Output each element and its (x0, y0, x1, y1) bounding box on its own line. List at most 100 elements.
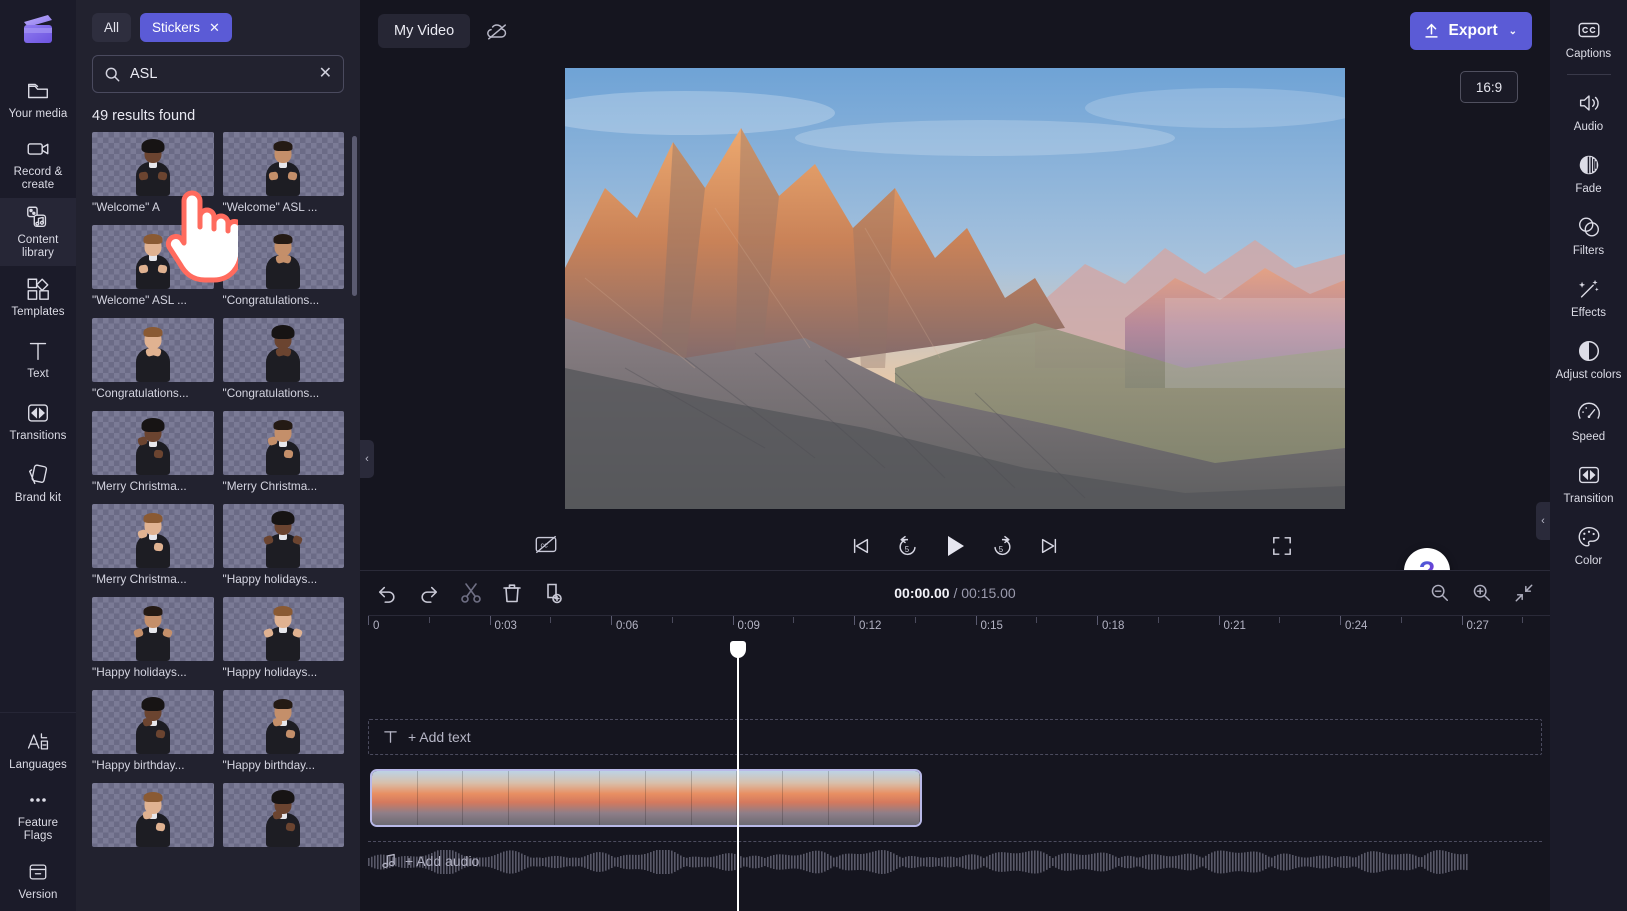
sticker-results-scroll[interactable]: "Welcome" A "Welcome" ASL ... "Welcome" … (76, 132, 360, 911)
search-input[interactable]: ASL (130, 66, 310, 82)
skip-to-start-button[interactable] (850, 536, 872, 556)
sticker-thumbnail[interactable] (222, 597, 344, 661)
video-preview[interactable] (565, 68, 1345, 509)
sticker-card[interactable] (222, 783, 344, 853)
properties-item-captions[interactable]: Captions (1550, 8, 1627, 70)
collapse-library-panel-button[interactable]: ‹ (360, 440, 374, 478)
sticker-card[interactable] (92, 783, 214, 853)
sticker-card[interactable]: "Congratulations... (92, 318, 214, 402)
sidebar-item-version[interactable]: Version (0, 849, 76, 911)
filter-chip-all[interactable]: All (92, 13, 132, 42)
properties-item-fade[interactable]: Fade (1550, 143, 1627, 205)
skip-to-end-button[interactable] (1038, 536, 1060, 556)
sticker-thumbnail[interactable] (222, 411, 344, 475)
properties-item-effects[interactable]: Effects (1550, 267, 1627, 329)
library-scrollbar-thumb[interactable] (352, 136, 357, 296)
sticker-thumbnail[interactable] (92, 132, 214, 196)
timeline-ruler[interactable]: 0 0:03 0:06 0:09 0:12 0:15 0:18 0:21 0:24 0:27 (368, 615, 1550, 641)
sticker-card[interactable]: "Welcome" A (92, 132, 214, 216)
close-icon[interactable]: ✕ (209, 21, 220, 34)
sticker-card[interactable]: "Merry Christma... (92, 504, 214, 588)
properties-item-audio[interactable]: Audio (1550, 81, 1627, 143)
sticker-thumbnail[interactable] (222, 504, 344, 568)
sticker-figure (260, 789, 306, 847)
sticker-thumbnail[interactable] (92, 597, 214, 661)
sticker-card[interactable]: "Happy holidays... (92, 597, 214, 681)
playhead-knob[interactable] (730, 641, 746, 658)
export-button[interactable]: Export ⌄ (1409, 12, 1532, 50)
properties-item-speed[interactable]: Speed (1550, 391, 1627, 453)
sticker-card[interactable]: "Welcome" ASL ... (92, 225, 214, 309)
play-button[interactable] (944, 534, 966, 558)
sidebar-item-text[interactable]: Text (0, 328, 76, 390)
sidebar-item-languages[interactable]: Languages (0, 719, 76, 781)
sidebar-item-templates[interactable]: Templates (0, 266, 76, 328)
redo-button[interactable] (418, 583, 440, 603)
split-button[interactable] (460, 582, 482, 604)
sticker-card[interactable]: "Welcome" ASL ... (222, 132, 344, 216)
sticker-thumbnail[interactable] (222, 318, 344, 382)
filter-chip-stickers[interactable]: Stickers ✕ (140, 13, 232, 42)
properties-item-label: Color (1574, 555, 1603, 567)
timeline-panel: 00:00.00 / 00:15.00 0 0:03 0:06 0:09 0:1… (360, 570, 1550, 911)
sticker-thumbnail[interactable] (92, 318, 214, 382)
sticker-card[interactable]: "Happy birthday... (92, 690, 214, 774)
sticker-card[interactable]: "Congratulations... (222, 318, 344, 402)
zoom-out-icon[interactable] (1430, 583, 1450, 603)
properties-item-color[interactable]: Color (1550, 515, 1627, 577)
sticker-card[interactable]: "Merry Christma... (222, 411, 344, 495)
sticker-thumbnail[interactable] (92, 225, 214, 289)
sticker-thumbnail[interactable] (92, 690, 214, 754)
sticker-thumbnail[interactable] (222, 783, 344, 847)
fullscreen-button[interactable] (1272, 536, 1292, 556)
cloud-off-icon[interactable] (480, 16, 514, 46)
sticker-figure (260, 231, 306, 289)
forward-5s-button[interactable]: 5 (990, 535, 1014, 558)
sticker-thumbnail[interactable] (222, 690, 344, 754)
sidebar-item-transitions[interactable]: Transitions (0, 390, 76, 452)
sticker-card[interactable]: "Merry Christma... (92, 411, 214, 495)
sidebar-item-content-library[interactable]: Content library (0, 198, 76, 266)
aspect-ratio-button[interactable]: 16:9 (1460, 71, 1518, 103)
captions-off-button[interactable]: cc (534, 534, 558, 555)
clip-thumbnail-frame (554, 771, 601, 825)
add-text-track[interactable]: + Add text (368, 719, 1542, 755)
properties-item-transition[interactable]: Transition (1550, 453, 1627, 515)
properties-item-label: Fade (1575, 183, 1602, 195)
clip-thumbnail-frame (600, 771, 647, 825)
sticker-card[interactable]: "Happy holidays... (222, 504, 344, 588)
sticker-thumbnail[interactable] (92, 504, 214, 568)
sidebar-item-label: Version (18, 888, 58, 901)
ruler-tick (1218, 616, 1220, 625)
sidebar-item-your-media[interactable]: Your media (0, 68, 76, 130)
timeline-playhead[interactable] (730, 641, 746, 911)
sticker-label: "Welcome" A (92, 200, 160, 214)
search-input-wrapper[interactable]: ASL ✕ (92, 55, 344, 93)
sticker-thumbnail[interactable] (92, 783, 214, 847)
clip-thumbnail-frame (463, 771, 510, 825)
sidebar-item-record-create[interactable]: Record & create (0, 130, 76, 198)
add-audio-track[interactable]: + Add audio (368, 841, 1542, 879)
sticker-card[interactable]: "Happy holidays... (222, 597, 344, 681)
zoom-in-icon[interactable] (1472, 583, 1492, 603)
properties-item-filters[interactable]: Filters (1550, 205, 1627, 267)
sidebar-item-feature-flags[interactable]: Feature Flags (0, 781, 76, 849)
sticker-card[interactable]: "Happy birthday... (222, 690, 344, 774)
properties-item-adjust-colors[interactable]: Adjust colors (1550, 329, 1627, 391)
undo-button[interactable] (376, 583, 398, 603)
sticker-thumbnail[interactable] (92, 411, 214, 475)
sticker-thumbnail[interactable] (222, 132, 344, 196)
chevron-down-icon[interactable]: ⌄ (1509, 26, 1517, 37)
fit-timeline-icon[interactable] (1514, 583, 1534, 603)
sticker-card[interactable]: "Congratulations... (222, 225, 344, 309)
sticker-thumbnail[interactable] (222, 225, 344, 289)
delete-button[interactable] (502, 582, 522, 604)
rewind-5s-button[interactable]: 5 (896, 535, 920, 558)
project-title[interactable]: My Video (378, 14, 471, 48)
collapse-right-rail-button[interactable]: ‹ (1536, 502, 1550, 540)
video-clip[interactable] (370, 769, 922, 827)
clear-search-icon[interactable]: ✕ (319, 66, 332, 82)
ruler-minor-tick (550, 617, 552, 623)
duplicate-button[interactable] (542, 582, 564, 604)
sidebar-item-brand-kit[interactable]: Brand kit (0, 452, 76, 514)
